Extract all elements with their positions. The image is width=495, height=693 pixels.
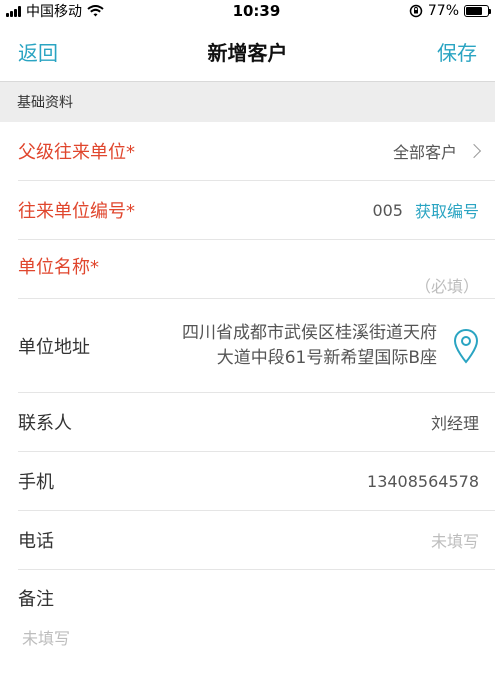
status-right: 77%	[409, 3, 491, 19]
unit-code-label: 往来单位编号*	[18, 201, 135, 222]
signal-icon	[6, 5, 21, 17]
unit-name-input[interactable]: （必填）	[415, 253, 479, 297]
page-title: 新增客户	[207, 41, 288, 65]
remark-textarea[interactable]: 未填写	[22, 625, 495, 685]
address-line-1: 四川省成都市武侯区桂溪街道天府	[182, 322, 437, 343]
parent-unit-value-wrap: 全部客户	[392, 139, 482, 163]
contact-label: 联系人	[18, 413, 72, 434]
orientation-lock-icon	[409, 4, 423, 18]
contact-input[interactable]: 刘经理	[431, 410, 479, 434]
status-left: 中国移动	[6, 1, 104, 21]
address-input[interactable]: 四川省成都市武侯区桂溪街道天府 大道中段61号新希望国际B座	[182, 321, 437, 371]
parent-unit-value: 全部客户	[392, 143, 457, 162]
address-label: 单位地址	[18, 336, 90, 358]
unit-name-row: 单位名称* （必填）	[18, 240, 495, 299]
phone-row: 电话 未填写	[18, 511, 495, 570]
chevron-right-icon	[466, 143, 482, 159]
get-code-button[interactable]: 获取编号	[415, 198, 479, 222]
mobile-input[interactable]: 13408564578	[367, 472, 479, 491]
unit-code-row: 往来单位编号* 005 获取编号	[18, 181, 495, 240]
phone-input[interactable]: 未填写	[431, 528, 479, 552]
contact-row: 联系人 刘经理	[18, 393, 495, 452]
phone-label: 电话	[18, 531, 54, 552]
nav-bar: 返回 新增客户 保存	[0, 22, 495, 82]
wifi-icon	[87, 5, 104, 17]
save-button[interactable]: 保存	[437, 37, 477, 66]
mobile-label: 手机	[18, 472, 54, 493]
address-row: 单位地址 四川省成都市武侯区桂溪街道天府 大道中段61号新希望国际B座	[18, 299, 495, 393]
battery-fill	[466, 7, 483, 15]
carrier-label: 中国移动	[26, 4, 82, 20]
section-header-basic: 基础资料	[0, 82, 495, 122]
battery-icon	[464, 5, 491, 17]
unit-code-value-wrap: 005 获取编号	[372, 198, 479, 222]
parent-unit-row[interactable]: 父级往来单位* 全部客户	[18, 122, 495, 181]
unit-name-label: 单位名称*	[18, 257, 99, 278]
unit-code-input[interactable]: 005	[372, 201, 403, 220]
clock: 10:39	[232, 2, 281, 20]
remark-label: 备注	[18, 589, 54, 610]
location-pin-icon[interactable]	[453, 328, 479, 364]
parent-unit-label: 父级往来单位*	[18, 142, 135, 163]
address-line-2: 大道中段61号新希望国际B座	[216, 347, 437, 368]
status-bar: 中国移动 10:39 77%	[0, 0, 495, 22]
back-button[interactable]: 返回	[18, 37, 58, 66]
address-value-wrap: 四川省成都市武侯区桂溪街道天府 大道中段61号新希望国际B座	[158, 321, 479, 371]
battery-percent: 77%	[427, 3, 459, 19]
mobile-row: 手机 13408564578	[18, 452, 495, 511]
